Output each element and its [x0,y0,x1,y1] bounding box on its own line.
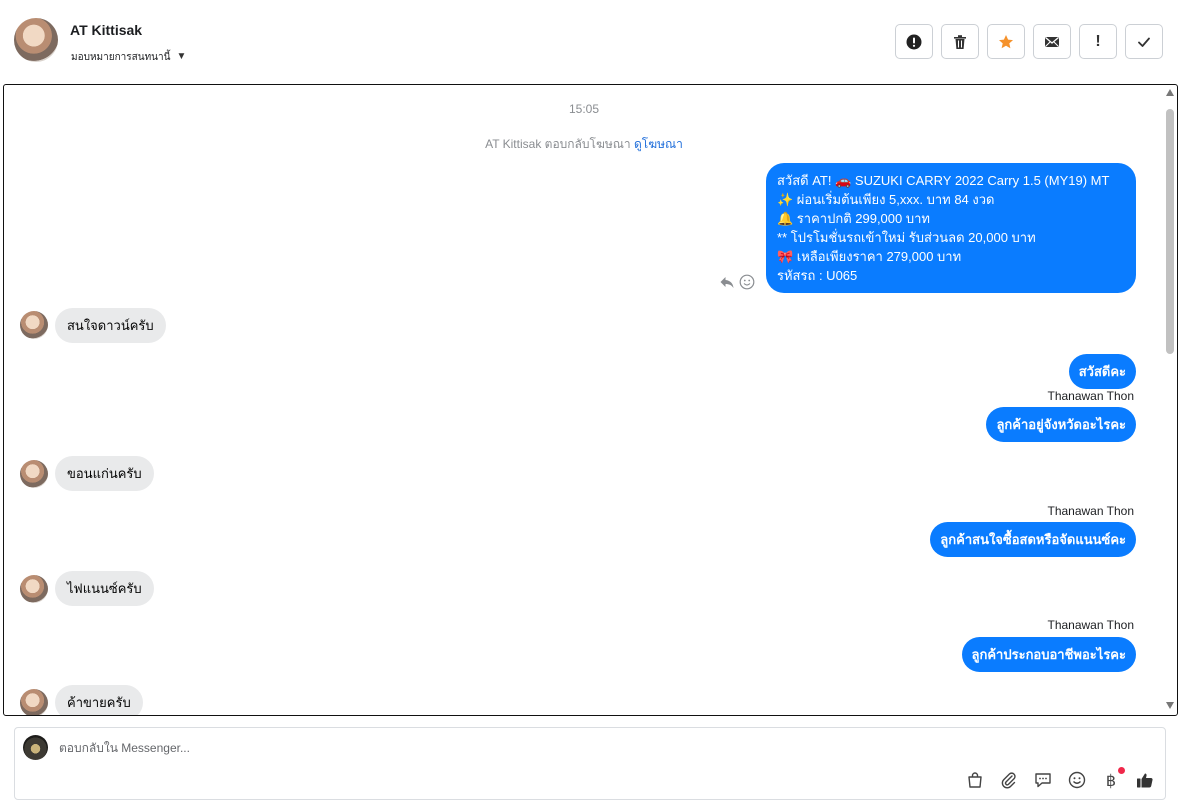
notification-dot [1118,767,1125,774]
contact-avatar[interactable] [14,18,58,62]
assign-label: มอบหมายการสนทนานี้ [71,51,171,63]
conversation-toolbar: ! [895,24,1163,59]
message-actions [719,274,755,290]
baht-symbol: ฿ [1105,770,1117,790]
customer-avatar[interactable] [20,575,48,603]
ad-message-line: สวัสดี AT! 🚗 SUZUKI CARRY 2022 Carry 1.5… [777,173,1110,188]
sender-name: Thanawan Thon [1047,618,1134,632]
message-thread[interactable]: 15:05 AT Kittisak ตอบกลับโฆษณา ดูโฆษณา ส… [3,84,1178,716]
ad-message-bubble: สวัสดี AT! 🚗 SUZUKI CARRY 2022 Carry 1.5… [766,163,1136,293]
saved-reply-icon[interactable] [1033,770,1053,790]
mark-important-button[interactable]: ! [1079,24,1117,59]
sender-name: Thanawan Thon [1047,389,1134,403]
emoji-react-icon[interactable] [739,274,755,290]
caret-down-icon: ▼ [176,51,187,62]
reply-icon[interactable] [719,274,735,290]
scroll-up-arrow[interactable] [1166,89,1174,96]
ad-message-line: 🎀 เหลือเพียงราคา 279,000 บาท [777,249,962,264]
page-avatar [23,735,48,760]
scroll-thumb[interactable] [1166,109,1174,354]
customer-avatar[interactable] [20,689,48,715]
scroll-down-arrow[interactable] [1166,702,1174,709]
reply-input[interactable] [59,738,959,758]
paperclip-icon[interactable] [999,770,1019,790]
star-button[interactable] [987,24,1025,59]
message-timestamp: 15:05 [568,102,600,116]
ad-message-line: 🔔 ราคาปกติ 299,000 บาท [777,211,930,226]
outgoing-message: ลูกค้าสนใจซื้อสดหรือจัดแนนซ์คะ [930,522,1136,557]
baht-icon[interactable]: ฿ [1101,767,1125,790]
incoming-message: สนใจดาวน์ครับ [55,308,166,343]
checkmark-icon [1138,37,1150,47]
star-icon [999,34,1013,48]
customer-avatar[interactable] [20,311,48,339]
exclamation-icon: ! [1095,32,1101,50]
mark-done-button[interactable] [1125,24,1163,59]
message-composer: ฿ [14,727,1166,800]
delete-button[interactable] [941,24,979,59]
ad-message-line: รหัสรถ : U065 [777,268,858,283]
ad-message-line: ** โปรโมชั่นรถเข้าใหม่ รับส่วนลด 20,000 … [777,230,1036,245]
incoming-message: ค้าขายครับ [55,685,143,715]
envelope-icon [1045,36,1059,47]
thread-scrollbar[interactable] [1165,89,1175,709]
incoming-message: ไฟแนนซ์ครับ [55,571,154,606]
view-ad-link[interactable]: ดูโฆษณา [634,137,683,151]
customer-avatar[interactable] [20,460,48,488]
outgoing-message: ลูกค้าประกอบอาชีพอะไรคะ [961,637,1136,672]
sender-name: Thanawan Thon [1047,504,1134,518]
spam-report-button[interactable] [895,24,933,59]
ad-reply-text: AT Kittisak ตอบกลับโฆษณา [485,137,631,151]
outgoing-message: ลูกค้าอยู่จังหวัดอะไรคะ [986,407,1136,442]
mark-unread-button[interactable] [1033,24,1071,59]
shopping-bag-icon[interactable] [965,770,985,790]
outgoing-message: สวัสดีคะ [1068,354,1136,389]
ad-reply-notice: AT Kittisak ตอบกลับโฆษณา ดูโฆษณา [4,135,1164,154]
composer-toolbar: ฿ [965,767,1155,790]
conversation-header: AT Kittisak มอบหมายการสนทนานี้ ▼ ! [0,0,1180,84]
assign-conversation-dropdown[interactable]: มอบหมายการสนทนานี้ ▼ [71,50,186,64]
thumbs-up-icon[interactable] [1135,770,1155,790]
incoming-message: ขอนแก่นครับ [55,456,154,491]
contact-name[interactable]: AT Kittisak [70,22,142,38]
ad-message-line: ✨ ผ่อนเริ่มต้นเพียง 5,xxx. บาท 84 งวด [777,192,995,207]
emoji-icon[interactable] [1067,770,1087,790]
alert-circle-icon [906,34,922,49]
trash-icon [954,34,966,49]
